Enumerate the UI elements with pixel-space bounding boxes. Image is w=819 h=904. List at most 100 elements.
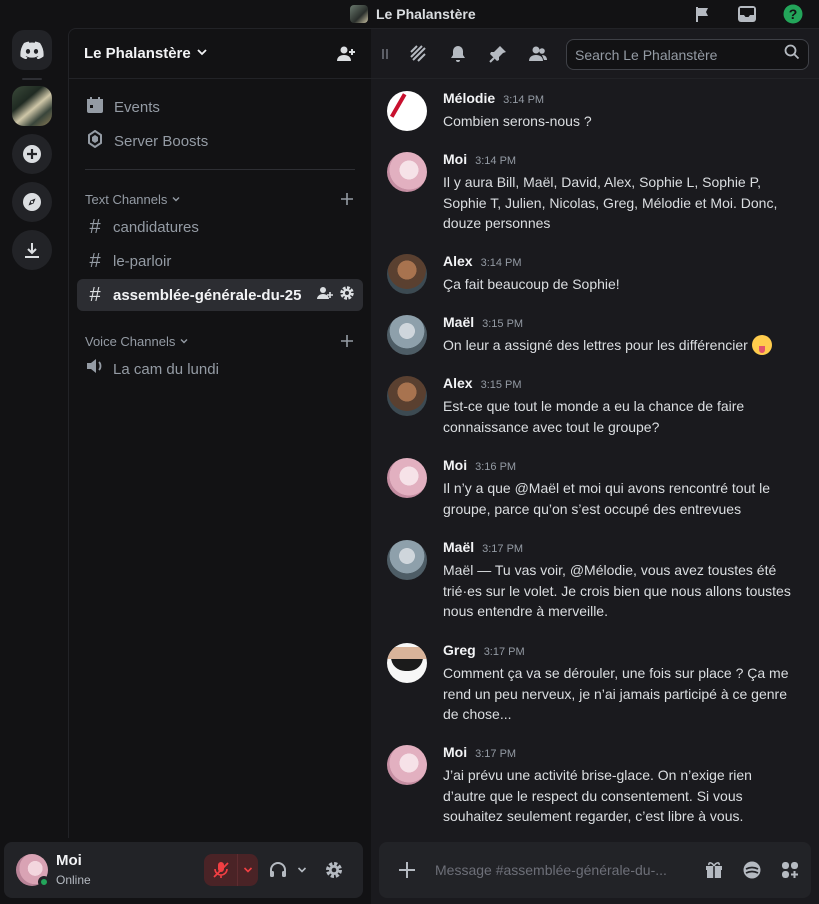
invite-people-icon[interactable] <box>335 43 357 65</box>
message-author[interactable]: Greg <box>443 642 476 658</box>
message-timestamp: 3:15 PM <box>480 379 522 391</box>
attach-plus-icon[interactable] <box>395 858 419 882</box>
avatar[interactable] <box>387 91 427 131</box>
svg-text:?: ? <box>789 6 798 22</box>
avatar[interactable] <box>387 315 427 355</box>
channel-label: assemblée-générale-du-25 <box>113 286 302 304</box>
chevron-down-icon[interactable] <box>294 854 310 886</box>
message-author[interactable]: Maël <box>443 539 474 555</box>
inbox-icon[interactable] <box>737 4 757 24</box>
speaker-icon <box>85 357 105 381</box>
server-boosts-label: Server Boosts <box>114 132 209 150</box>
boost-icon <box>86 129 104 152</box>
message-author[interactable]: Alex <box>443 375 473 391</box>
message-timestamp: 3:14 PM <box>475 155 517 167</box>
avatar[interactable] <box>387 458 427 498</box>
threads-icon[interactable] <box>379 43 391 65</box>
member-list-icon[interactable] <box>527 43 549 65</box>
channel-sidebar: Le Phalanstère Events Server Boosts Text… <box>68 28 371 838</box>
title-bar: Le Phalanstère ? <box>0 0 819 28</box>
message-timestamp: 3:16 PM <box>475 461 517 473</box>
events-item[interactable]: Events <box>77 91 363 123</box>
chevron-down-icon <box>196 45 208 63</box>
pin-icon[interactable] <box>487 43 509 65</box>
download-icon[interactable] <box>12 230 52 270</box>
chevron-down-icon <box>179 334 189 349</box>
message-timestamp: 3:14 PM <box>503 94 545 106</box>
rail-separator <box>22 78 42 80</box>
message-input[interactable] <box>435 862 671 878</box>
avatar[interactable] <box>387 643 427 683</box>
category-label: Text Channels <box>85 191 168 207</box>
server-boosts-item[interactable]: Server Boosts <box>77 125 363 157</box>
channel-la-cam-du-lundi[interactable]: La cam du lundi <box>77 353 363 385</box>
avatar[interactable] <box>387 376 427 416</box>
threads-icon[interactable] <box>407 43 429 65</box>
server-rail <box>0 28 68 904</box>
avatar[interactable] <box>387 745 427 785</box>
microphone-muted-icon[interactable] <box>204 854 238 886</box>
gift-icon[interactable] <box>703 859 725 881</box>
avatar[interactable] <box>387 254 427 294</box>
events-label: Events <box>114 98 160 116</box>
window-title: Le Phalanstère <box>376 6 476 22</box>
hashtag-icon: # <box>89 249 101 272</box>
message-author[interactable]: Alex <box>443 253 473 269</box>
channel-label: candidatures <box>113 218 199 236</box>
gear-icon[interactable] <box>322 854 346 886</box>
gif-sticker-icon[interactable] <box>741 859 763 881</box>
headphones-icon[interactable] <box>266 854 290 886</box>
message-author[interactable]: Mélodie <box>443 90 495 106</box>
apps-icon[interactable] <box>779 859 801 881</box>
message-content: Est-ce que tout le monde a eu la chance … <box>443 398 745 435</box>
avatar[interactable] <box>387 540 427 580</box>
mute-button[interactable] <box>204 854 258 886</box>
message-timestamp: 3:17 PM <box>482 543 524 555</box>
search-field[interactable] <box>566 39 809 70</box>
window-title-group: Le Phalanstère <box>350 4 476 24</box>
message-author[interactable]: Moi <box>443 744 467 760</box>
add-server-icon[interactable] <box>12 134 52 174</box>
category-text-channels[interactable]: Text Channels <box>85 189 355 209</box>
channel-assemblee-generale-du-25[interactable]: # assemblée-générale-du-25 <box>77 279 363 311</box>
gear-icon[interactable] <box>339 285 355 305</box>
server-le-phalanstere[interactable] <box>12 86 52 126</box>
message-author[interactable]: Maël <box>443 314 474 330</box>
channel-label: La cam du lundi <box>113 360 219 378</box>
message-timestamp: 3:15 PM <box>482 318 524 330</box>
chevron-down-icon <box>171 192 181 207</box>
message-author[interactable]: Moi <box>443 457 467 473</box>
channel-le-parloir[interactable]: # le-parloir <box>77 245 363 277</box>
explore-icon[interactable] <box>12 182 52 222</box>
message-timestamp: 3:14 PM <box>480 257 522 269</box>
chevron-down-icon[interactable] <box>238 854 258 886</box>
create-channel-icon[interactable] <box>339 191 355 207</box>
channel-candidatures[interactable]: # candidatures <box>77 211 363 243</box>
message-author[interactable]: Moi <box>443 151 467 167</box>
discord-home-icon[interactable] <box>12 30 52 70</box>
squinting-tongue-emoji <box>751 335 772 355</box>
user-status: Online <box>56 873 91 887</box>
user-name[interactable]: Moi <box>56 852 82 869</box>
chat-toolbar <box>371 29 819 79</box>
search-input[interactable] <box>575 46 784 63</box>
message-composer <box>379 842 811 898</box>
channel-actions <box>317 285 355 305</box>
invite-people-icon[interactable] <box>317 285 333 305</box>
message-content: J’ai prévu une activité brise-glace. On … <box>443 767 752 824</box>
user-panel: Moi Online <box>4 842 363 898</box>
avatar[interactable] <box>387 152 427 192</box>
sidebar-divider <box>85 169 355 170</box>
chat-area: Mélodie 3:14 PM Combien serons-nous ? Moi… <box>371 28 819 904</box>
inbox-flag-icon[interactable] <box>693 4 713 24</box>
message-content: Maël — Tu vas voir, @Mélodie, vous avez … <box>443 562 791 619</box>
guild-header[interactable]: Le Phalanstère <box>69 29 371 79</box>
help-icon[interactable]: ? <box>783 4 803 24</box>
message-content: Combien serons-nous ? <box>443 113 592 129</box>
guild-name: Le Phalanstère <box>84 45 191 62</box>
calendar-icon <box>86 96 104 118</box>
category-voice-channels[interactable]: Voice Channels <box>85 331 355 351</box>
create-channel-icon[interactable] <box>339 333 355 349</box>
bell-icon[interactable] <box>447 43 469 65</box>
message-content: On leur a assigné des lettres pour les d… <box>443 335 803 356</box>
